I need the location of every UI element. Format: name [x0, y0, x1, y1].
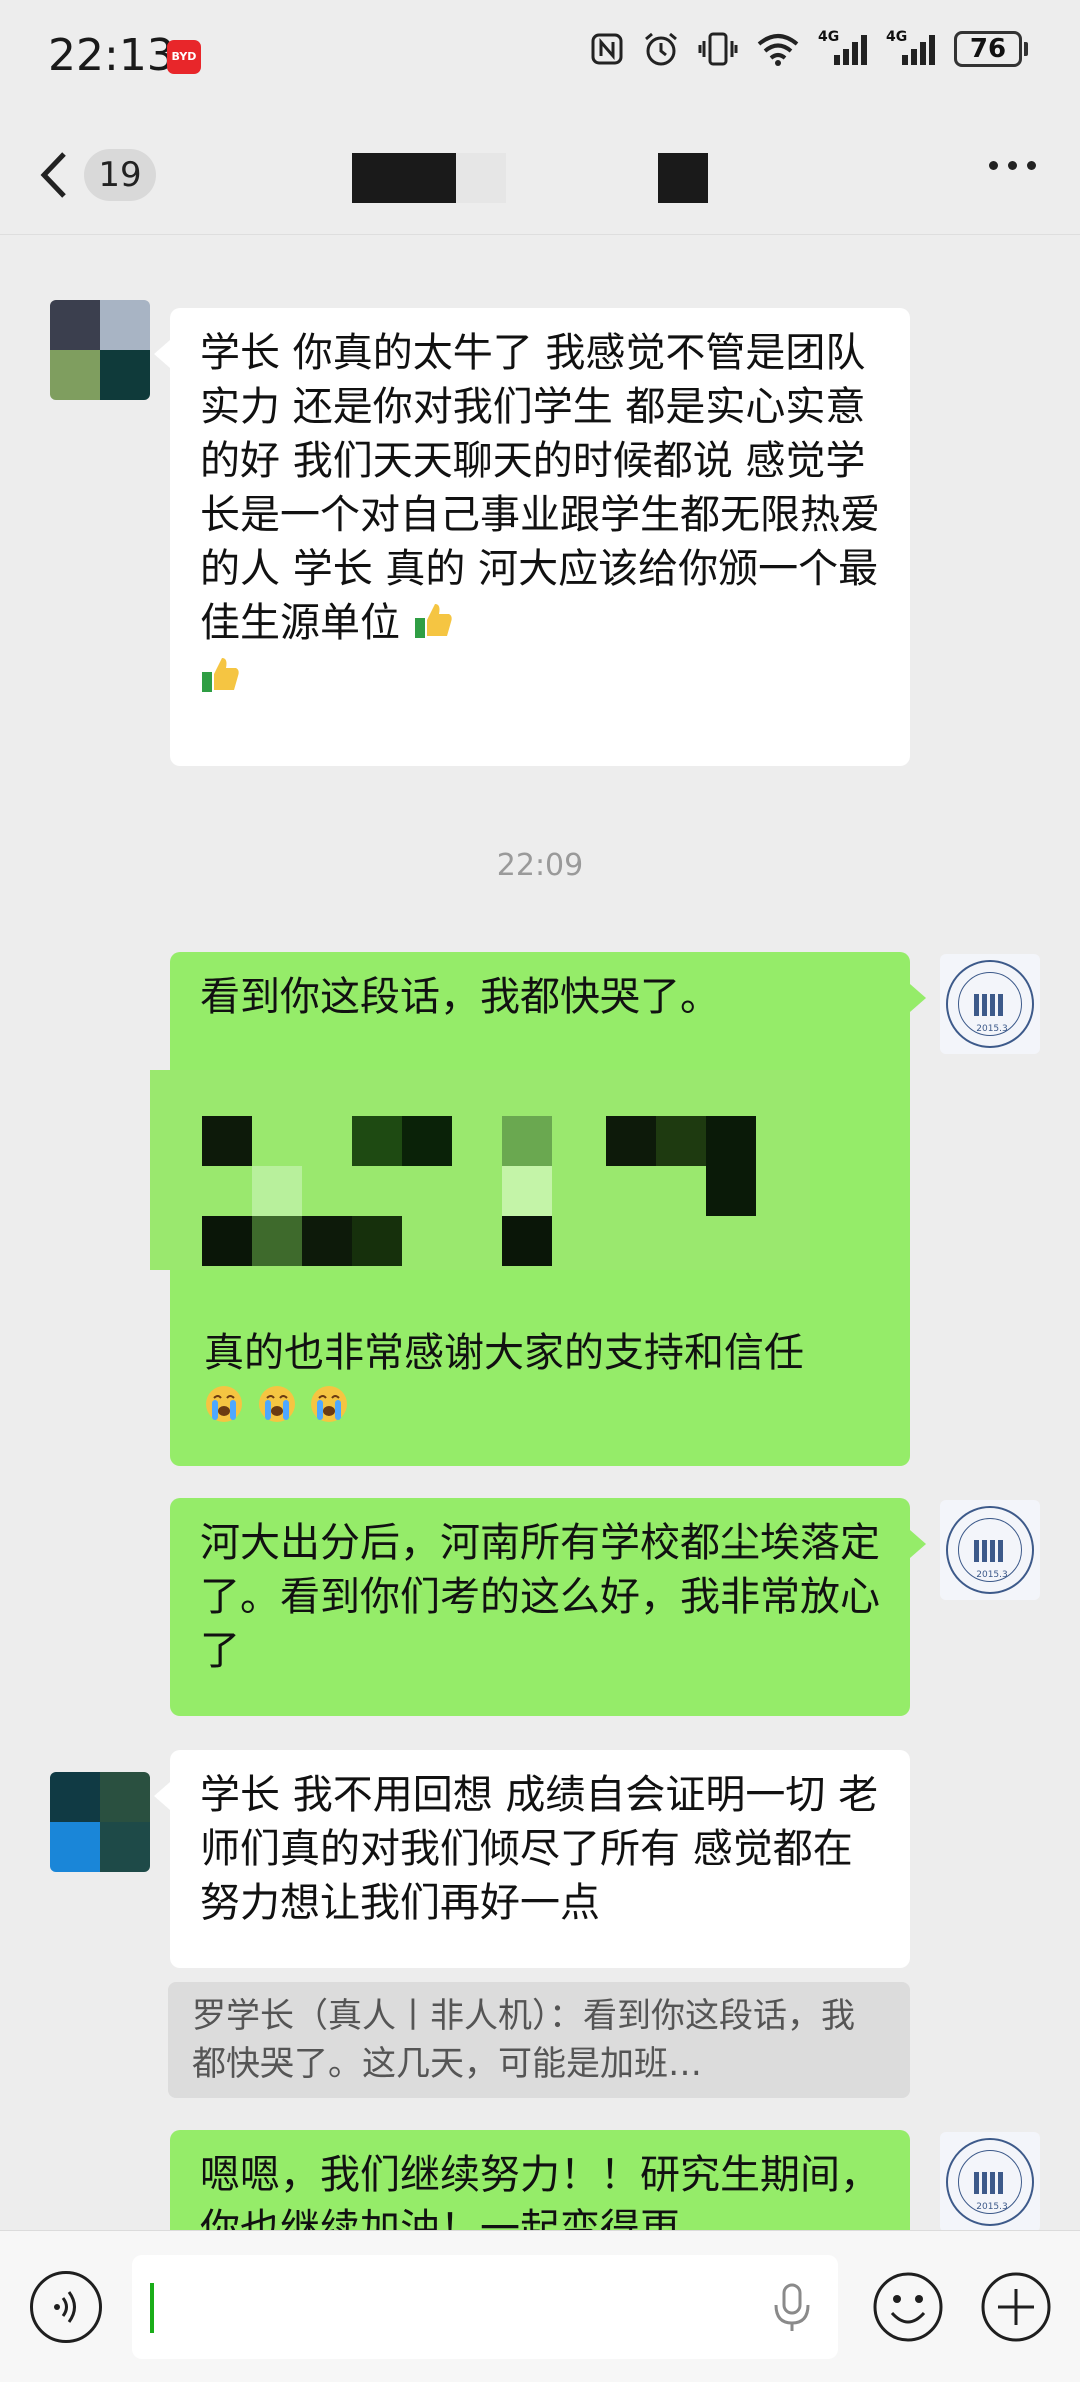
status-icons: 4G 4G 76 [590, 29, 1028, 68]
quoted-message[interactable]: 罗学长（真人丨非人机）：看到你这段话，我都快哭了。这几天，可能是加班… [168, 1982, 910, 2098]
wifi-icon [757, 34, 799, 66]
chat-input-bar [0, 2230, 1080, 2382]
nfc-icon [591, 33, 623, 65]
avatar[interactable] [50, 300, 150, 400]
signal-icon-1: 4G [818, 29, 868, 67]
microphone-icon[interactable] [770, 2281, 814, 2335]
message-text: 学长 我不用回想 成绩自会证明一切 老师们真的对我们倾尽了所有 感觉都在努力想让… [200, 1772, 879, 1926]
message-bubble-received[interactable]: 学长 你真的太牛了 我感觉不管是团队实力 还是你对我们学生 都是实心实意的好 我… [154, 308, 910, 766]
redacted-mosaic [150, 1070, 810, 1270]
battery-icon: 76 [954, 31, 1028, 67]
thumbs-up-icon [202, 658, 239, 692]
unread-count-badge: 19 [84, 149, 156, 201]
my-avatar[interactable]: 2015.3 [940, 954, 1040, 1054]
message-timestamp: 22:09 [496, 848, 584, 883]
crying-face-icon [311, 1386, 348, 1422]
chevron-left-icon [40, 152, 66, 198]
chat-title-redacted-part [456, 153, 506, 203]
status-time: 22:13 [48, 30, 175, 81]
more-options-button[interactable] [989, 161, 1036, 170]
status-bar: 22:13 BYD 4G 4G 76 [0, 0, 1080, 115]
vibrate-icon [698, 32, 738, 66]
my-avatar[interactable]: 2015.3 [940, 1500, 1040, 1600]
text-cursor [150, 2283, 154, 2333]
alarm-icon [645, 32, 677, 66]
plus-icon[interactable] [980, 2271, 1052, 2343]
message-bubble-sent[interactable]: 河大出分后，河南所有学校都尘埃落定了。看到你们考的这么好，我非常放心了 [170, 1498, 926, 1716]
crying-face-icon [258, 1386, 295, 1422]
thumbs-up-icon [414, 604, 452, 638]
chat-header: 19 [0, 115, 1080, 235]
byd-app-icon: BYD [167, 40, 201, 74]
back-button[interactable]: 19 [38, 143, 168, 207]
crying-face-icon [206, 1386, 242, 1422]
battery-level: 76 [954, 31, 1022, 67]
message-text-bottom: 真的也非常感谢大家的支持和信任 [204, 1326, 894, 1434]
chat-title-redacted [352, 153, 456, 203]
message-bubble-received[interactable]: 学长 我不用回想 成绩自会证明一切 老师们真的对我们倾尽了所有 感觉都在努力想让… [154, 1750, 910, 1968]
message-text: 河大出分后，河南所有学校都尘埃落定了。看到你们考的这么好，我非常放心了 [200, 1520, 880, 1674]
avatar[interactable] [50, 1772, 150, 1872]
smiley-icon[interactable] [872, 2271, 944, 2343]
message-text-top: 看到你这段话，我都快哭了。 [200, 974, 720, 1020]
voice-input-button[interactable] [30, 2271, 102, 2343]
voice-icon [54, 2291, 76, 2323]
my-avatar[interactable]: 2015.3 [940, 2132, 1040, 2232]
signal-icon-2: 4G [886, 29, 936, 67]
chat-title-redacted-2 [658, 153, 708, 203]
message-input[interactable] [132, 2255, 838, 2359]
message-text: 学长 你真的太牛了 我感觉不管是团队实力 还是你对我们学生 都是实心实意的好 我… [200, 330, 880, 646]
